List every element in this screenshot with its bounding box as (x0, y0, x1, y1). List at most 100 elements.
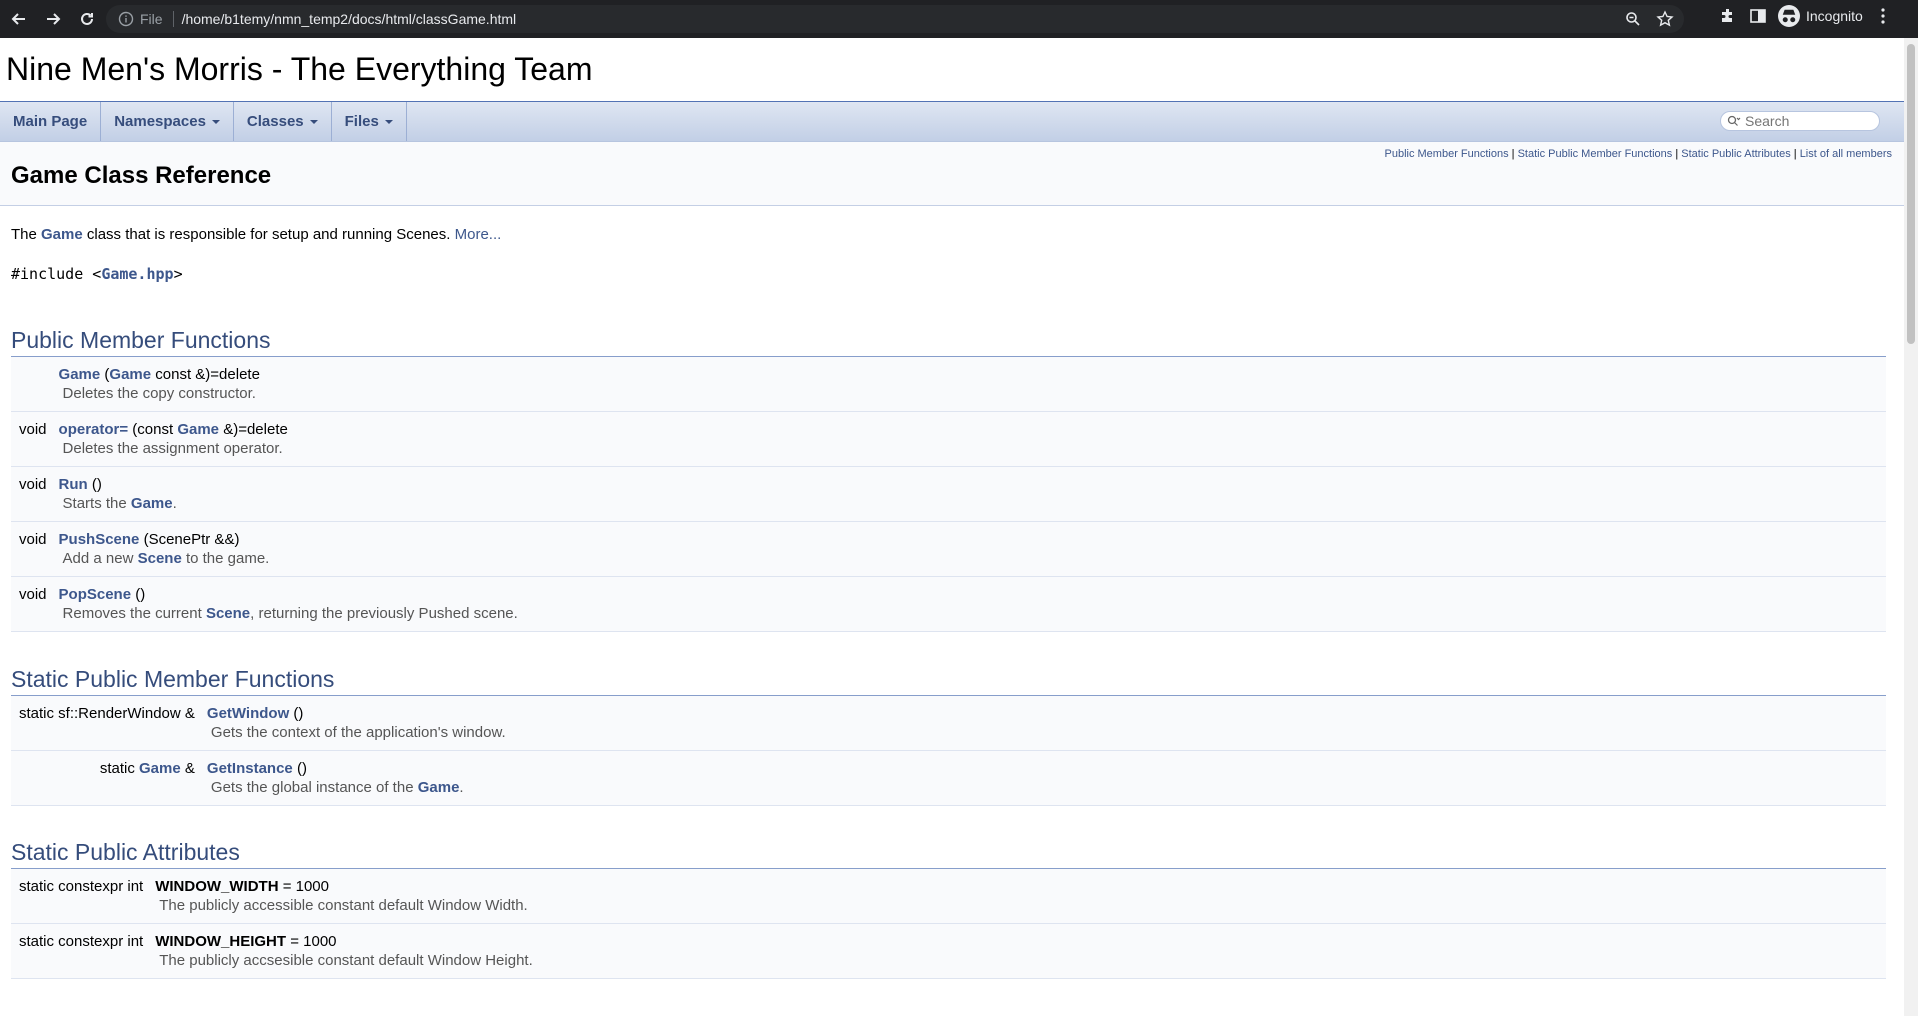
desc-pre: Add a new (62, 550, 138, 567)
ret-post: & (180, 760, 195, 777)
section-static-attributes: Static Public Attributes (11, 833, 1886, 869)
side-panel-icon[interactable] (1748, 6, 1768, 26)
zoom-icon[interactable] (1624, 10, 1642, 28)
member-args-pre: (const (128, 421, 178, 438)
nav-files[interactable]: Files (332, 102, 407, 141)
attribute-name: WINDOW_HEIGHT (155, 933, 287, 950)
member-row: static constexpr int WINDOW_WIDTH = 1000 T… (11, 869, 1886, 924)
desc-link[interactable]: Scene (138, 550, 182, 567)
menu-kebab-icon[interactable] (1873, 6, 1893, 26)
member-signature: Run () Starts the Game. (55, 467, 1886, 522)
member-name-link[interactable]: Run (59, 476, 88, 493)
back-icon[interactable] (4, 4, 34, 34)
dropdown-caret-icon (309, 119, 318, 124)
brief-pre: The (11, 226, 42, 243)
ret-pre: static (99, 760, 140, 777)
desc-link[interactable]: Game (418, 779, 460, 796)
member-description: Starts the Game. (59, 493, 1886, 521)
desc-post: . (459, 779, 464, 796)
desc-pre: Gets the global instance of the (210, 779, 418, 796)
nav-namespaces[interactable]: Namespaces (101, 102, 234, 141)
incognito-icon (1778, 5, 1800, 27)
page-title: Game Class Reference (11, 162, 272, 189)
member-args-pre: () (87, 476, 102, 493)
member-name-link[interactable]: GetInstance (207, 760, 293, 777)
summary-link-static-functions[interactable]: Static Public Member Functions (1518, 148, 1673, 160)
brief-post: class that is responsible for setup and … (82, 226, 455, 243)
project-title-area: Nine Men's Morris - The Everything Team (0, 38, 1904, 102)
class-header: Public Member Functions | Static Public … (0, 142, 1904, 206)
attribute-signature: WINDOW_HEIGHT = 1000 The publicly accsesi… (151, 924, 1886, 979)
attribute-value: = 1000 (286, 933, 337, 950)
desc-link[interactable]: Game (131, 495, 173, 512)
nav-main-page[interactable]: Main Page (0, 102, 102, 141)
member-signature: operator= (const Game &)=delete Deletes t… (55, 412, 1886, 467)
public-functions-table: Game (Game const &)=delete Deletes the co… (11, 357, 1886, 632)
info-icon[interactable] (118, 11, 134, 27)
desc-link[interactable]: Scene (206, 605, 250, 622)
member-signature: GetWindow () Gets the context of the appl… (203, 696, 1886, 751)
member-name-link[interactable]: Game (59, 366, 101, 383)
member-row: void Run () Starts the Game. (11, 466, 1886, 522)
search-icon[interactable] (1727, 115, 1741, 127)
member-args-pre: () (131, 586, 146, 603)
ret-type-link[interactable]: Game (139, 760, 181, 777)
url-text[interactable]: /home/b1temy/nmn_temp2/docs/html/classGa… (182, 11, 517, 27)
browser-toolbar: File /home/b1temy/nmn_temp2/docs/html/cl… (0, 0, 1918, 38)
member-signature: Game (Game const &)=delete Deletes the co… (55, 357, 1886, 412)
search-box[interactable] (1720, 111, 1880, 131)
member-return-type: static Game & (11, 751, 203, 806)
bookmark-star-icon[interactable] (1656, 10, 1674, 28)
include-file-link[interactable]: Game.hpp (101, 265, 173, 283)
member-return-type: void (19, 531, 47, 548)
ret-pre: static sf::RenderWindow & (19, 705, 195, 722)
nav-files-label: Files (344, 113, 379, 130)
attribute-value: = 1000 (278, 878, 329, 895)
desc-pre: Deletes the copy constructor. (62, 385, 256, 402)
member-name-link[interactable]: PopScene (59, 586, 132, 603)
search-input[interactable] (1745, 113, 1865, 129)
dropdown-caret-icon (211, 119, 220, 124)
member-return-type (11, 357, 55, 412)
member-row: Game (Game const &)=delete Deletes the co… (11, 357, 1886, 412)
member-name-link[interactable]: GetWindow (207, 705, 289, 722)
member-return-type: void (19, 421, 47, 438)
nav-classes[interactable]: Classes (234, 102, 332, 141)
member-description: Deletes the copy constructor. (59, 383, 1886, 411)
member-signature: GetInstance () Gets the global instance o… (203, 751, 1886, 806)
scrollbar[interactable] (1904, 38, 1918, 1016)
address-separator (172, 11, 174, 27)
member-row: void PopScene () Removes the current Scene… (11, 576, 1886, 632)
member-args-type-link[interactable]: Game (177, 421, 219, 438)
scrollbar-thumb[interactable] (1907, 44, 1915, 344)
incognito-label: Incognito (1806, 8, 1863, 24)
more-link[interactable]: More... (455, 226, 502, 243)
member-name-link[interactable]: operator= (59, 421, 129, 438)
address-bar[interactable]: File /home/b1temy/nmn_temp2/docs/html/cl… (106, 5, 1684, 33)
summary-link-public-functions[interactable]: Public Member Functions (1385, 148, 1509, 160)
attribute-type: static constexpr int (19, 878, 144, 895)
summary-sep: | (1793, 148, 1797, 160)
summary-link-static-attributes[interactable]: Static Public Attributes (1681, 148, 1790, 160)
attribute-type: static constexpr int (19, 933, 144, 950)
extensions-icon[interactable] (1718, 6, 1738, 26)
nav-main-page-label: Main Page (13, 113, 88, 130)
member-args-type-link[interactable]: Game (109, 366, 151, 383)
desc-pre: Gets the context of the application's wi… (210, 724, 506, 741)
summary-link-all-members[interactable]: List of all members (1800, 148, 1892, 160)
member-row: void operator= (const Game &)=delete Delet… (11, 411, 1886, 467)
attribute-description: The publicly accessible constant default… (159, 897, 528, 914)
member-description: Gets the context of the application's wi… (207, 722, 1886, 750)
dropdown-caret-icon (384, 119, 393, 124)
member-args-post: const &)=delete (151, 366, 260, 383)
doc-navbar: Main Page Namespaces Classes Files (0, 102, 1904, 142)
attribute-name: WINDOW_WIDTH (155, 878, 279, 895)
include-pre: #include < (11, 265, 102, 283)
forward-icon[interactable] (38, 4, 68, 34)
member-name-link[interactable]: PushScene (59, 531, 140, 548)
reload-icon[interactable] (72, 4, 102, 34)
incognito-indicator[interactable]: Incognito (1778, 5, 1863, 27)
section-public-functions: Public Member Functions (11, 321, 1886, 357)
member-return-type: void (19, 476, 47, 493)
brief-class-link[interactable]: Game (41, 226, 83, 243)
